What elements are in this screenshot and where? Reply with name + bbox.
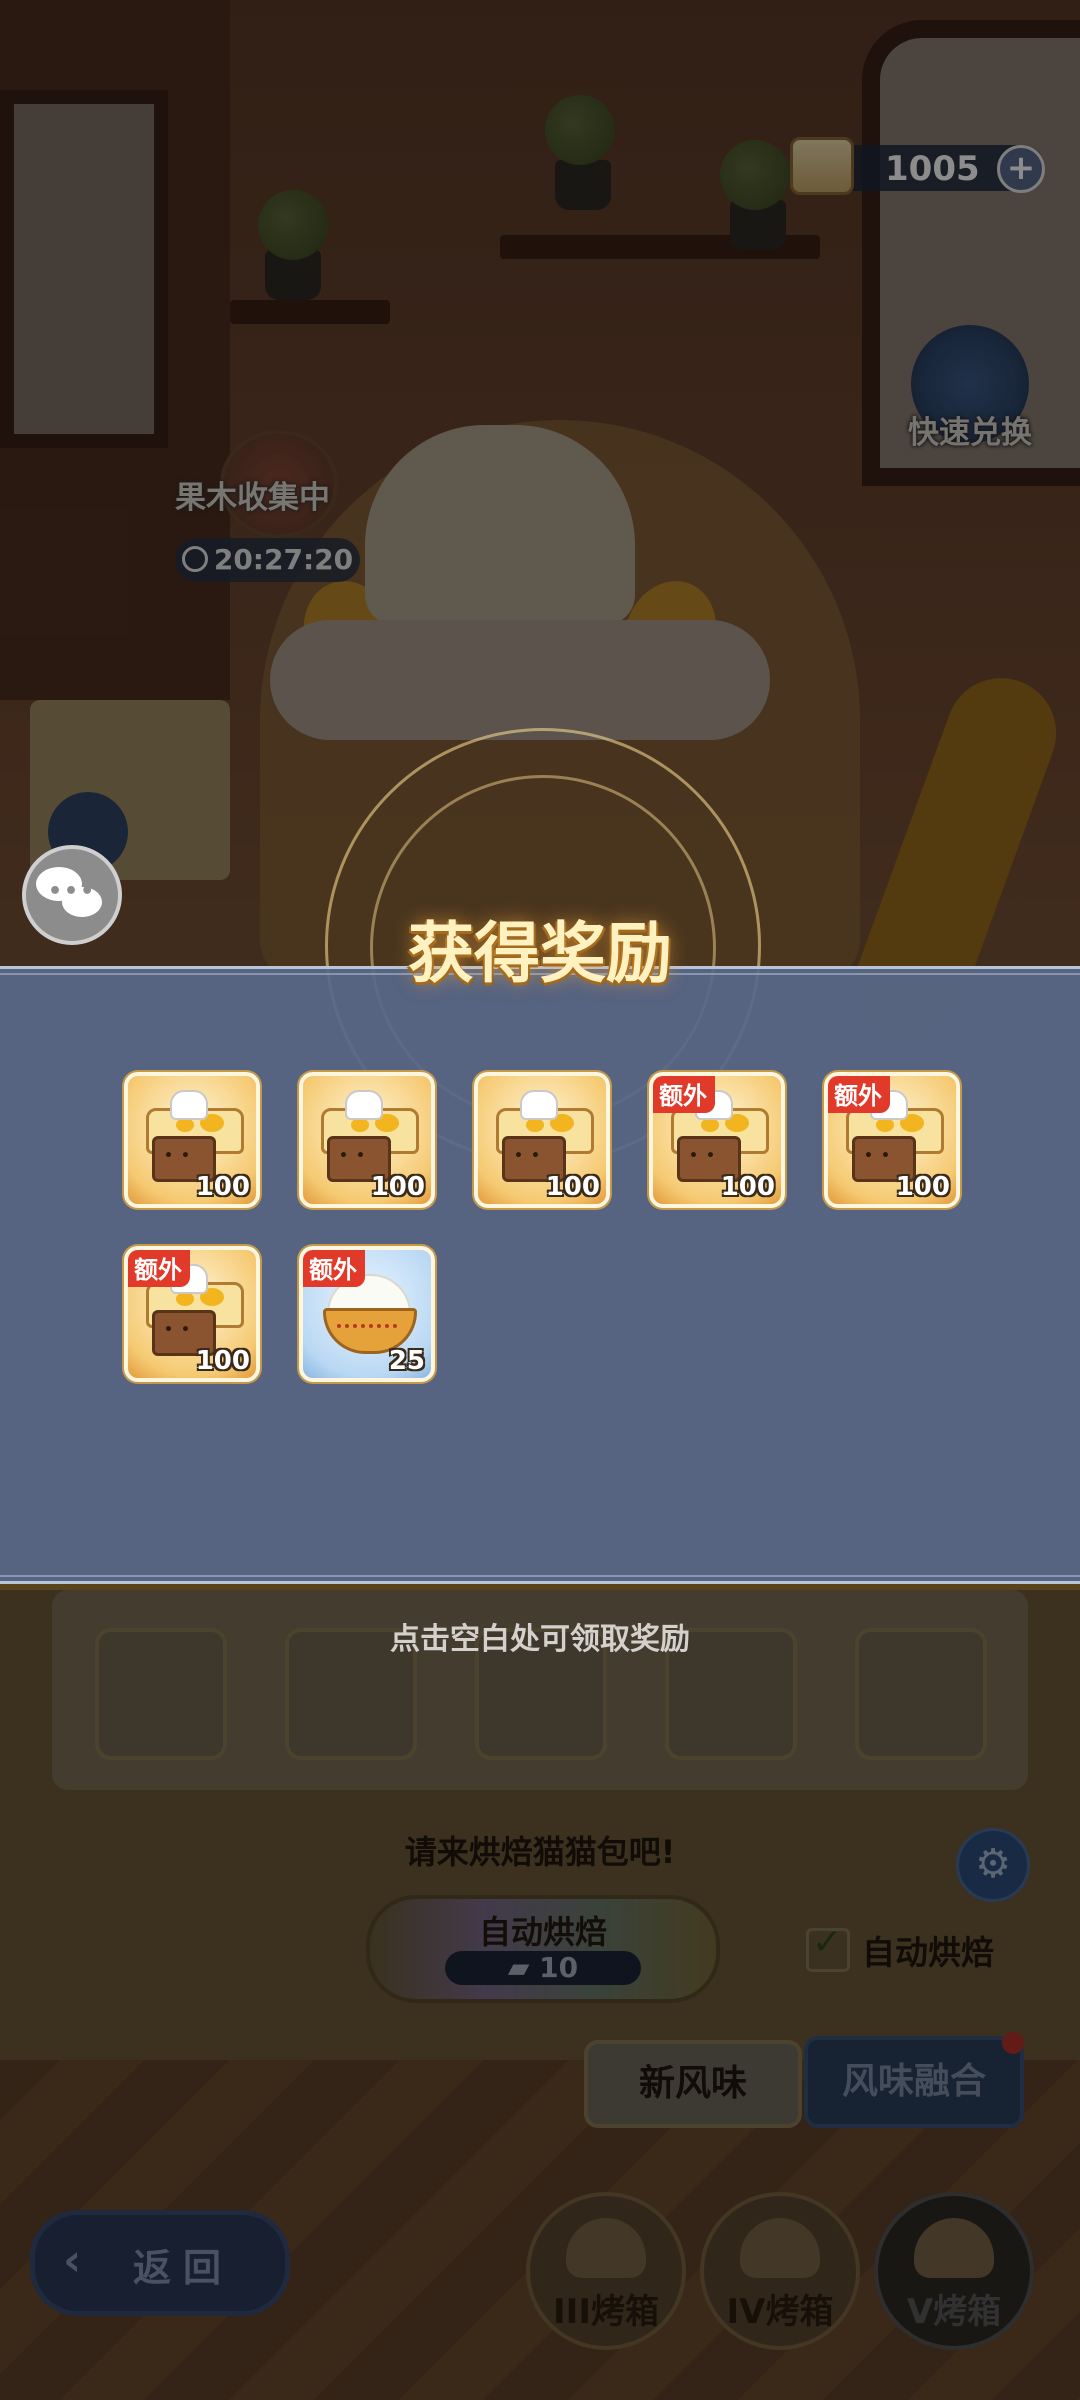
reward-item[interactable]: •• 100 xyxy=(299,1072,435,1208)
reward-qty: 100 xyxy=(720,1172,775,1202)
reward-qty: 100 xyxy=(895,1172,950,1202)
reward-qty: 100 xyxy=(545,1172,600,1202)
cat-bread-icon: •• xyxy=(321,1090,419,1182)
extra-tag: 额外 xyxy=(653,1076,715,1113)
extra-tag: 额外 xyxy=(303,1250,365,1287)
reward-item[interactable]: •• 100 额外 xyxy=(824,1072,960,1208)
cat-bread-icon: •• xyxy=(146,1090,244,1182)
claim-hint: 点击空白处可领取奖励 xyxy=(390,1622,690,1657)
extra-tag: 额外 xyxy=(128,1250,190,1287)
reward-item[interactable]: •• 100 xyxy=(474,1072,610,1208)
cat-bread-icon: •• xyxy=(496,1090,594,1182)
reward-title: 获得奖励 xyxy=(408,915,672,992)
reward-qty: 100 xyxy=(195,1346,250,1376)
reward-item[interactable]: 25 额外 xyxy=(299,1246,435,1382)
reward-item[interactable]: •• 100 额外 xyxy=(124,1246,260,1382)
reward-qty: 25 xyxy=(388,1346,425,1376)
extra-tag: 额外 xyxy=(828,1076,890,1113)
reward-qty: 100 xyxy=(195,1172,250,1202)
reward-qty: 100 xyxy=(370,1172,425,1202)
reward-item[interactable]: •• 100 xyxy=(124,1072,260,1208)
reward-item[interactable]: •• 100 额外 xyxy=(649,1072,785,1208)
